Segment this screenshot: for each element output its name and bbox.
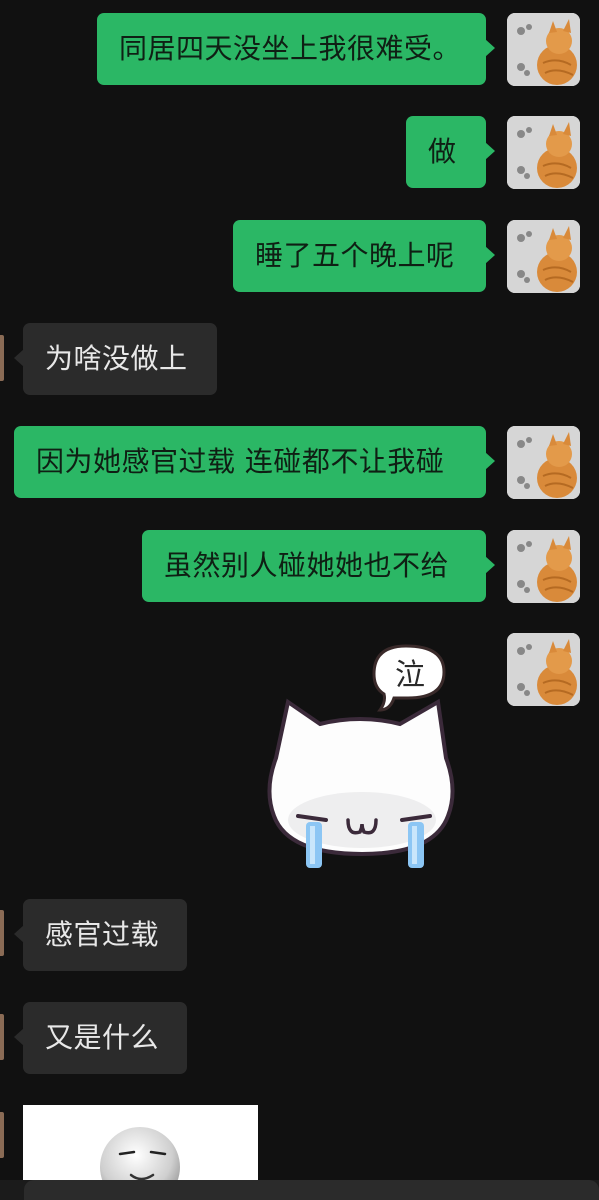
orange-cat-avatar-icon bbox=[507, 116, 580, 189]
their-message-bubble[interactable]: 感官过载 bbox=[14, 899, 187, 971]
orange-cat-avatar-icon bbox=[507, 220, 580, 293]
message-text: 为啥没做上 bbox=[45, 342, 188, 375]
message-text: 虽然别人碰她她也不给 bbox=[164, 549, 450, 582]
orange-cat-avatar-icon bbox=[507, 530, 580, 603]
my-message-bubble[interactable]: 虽然别人碰她她也不给 bbox=[142, 530, 495, 602]
their-message-bubble[interactable]: 为啥没做上 bbox=[14, 323, 217, 395]
contact-avatar-edge[interactable] bbox=[0, 335, 4, 381]
message-text: 感官过载 bbox=[45, 918, 160, 951]
next-message-edge bbox=[24, 1180, 599, 1200]
message-text: 又是什么 bbox=[45, 1021, 160, 1054]
contact-avatar-edge[interactable] bbox=[0, 1014, 4, 1060]
my-avatar[interactable] bbox=[507, 530, 580, 603]
contact-avatar-edge[interactable] bbox=[0, 1112, 4, 1158]
my-avatar[interactable] bbox=[507, 220, 580, 293]
message-text: 同居四天没坐上我很难受。 bbox=[119, 32, 462, 65]
orange-cat-avatar-icon bbox=[507, 13, 580, 86]
my-message-bubble[interactable]: 因为她感官过载 连碰都不让我碰 bbox=[14, 426, 495, 498]
crying-cat-icon: 泣 bbox=[267, 644, 455, 868]
sticker-bubble-text: 泣 bbox=[395, 658, 425, 693]
my-message-bubble[interactable]: 睡了五个晚上呢 bbox=[233, 220, 495, 292]
chat-window: 同居四天没坐上我很难受。 做 睡了五个晚上呢 为啥没做上 因为她感官过载 连碰都… bbox=[0, 0, 599, 1200]
my-avatar[interactable] bbox=[507, 426, 580, 499]
my-avatar[interactable] bbox=[507, 13, 580, 86]
orange-cat-avatar-icon bbox=[507, 426, 580, 499]
message-text: 睡了五个晚上呢 bbox=[255, 239, 455, 272]
my-avatar[interactable] bbox=[507, 633, 580, 706]
my-message-bubble[interactable]: 做 bbox=[406, 116, 495, 188]
message-text: 因为她感官过载 连碰都不让我碰 bbox=[36, 445, 445, 478]
contact-avatar-edge[interactable] bbox=[0, 910, 4, 956]
my-message-bubble[interactable]: 同居四天没坐上我很难受。 bbox=[97, 13, 495, 85]
message-text: 做 bbox=[428, 135, 457, 168]
their-message-bubble[interactable]: 又是什么 bbox=[14, 1002, 187, 1074]
orange-cat-avatar-icon bbox=[507, 633, 580, 706]
crying-cat-sticker[interactable]: 泣 bbox=[262, 640, 458, 872]
my-avatar[interactable] bbox=[507, 116, 580, 189]
